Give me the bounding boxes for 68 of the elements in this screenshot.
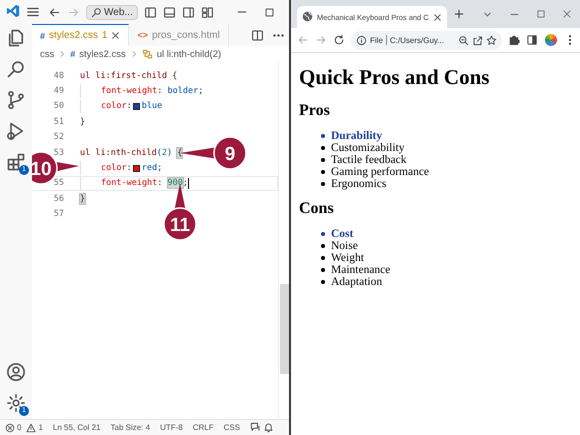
code-token: : (157, 178, 164, 188)
code-token: ul li:first-child (80, 70, 168, 81)
section-heading: Cons (299, 200, 335, 218)
code-token: ( (156, 148, 162, 158)
list-item: Maintenance (331, 264, 390, 276)
code-token: : (126, 163, 132, 174)
page-heading: Quick Pros and Cons (299, 65, 490, 90)
status-item[interactable]: Tab Size: 4 (110, 423, 150, 432)
code-token: ; (182, 178, 188, 188)
list-item: Weight (331, 252, 364, 264)
code-token: : (157, 86, 164, 96)
code-token: } (80, 194, 86, 204)
list-item: Gaming performance (331, 166, 430, 178)
code-token: font-weight (101, 86, 158, 96)
code-token: } (80, 116, 86, 127)
breadcrumb[interactable]: css (40, 48, 54, 60)
code-token: ul li:nth-child (80, 148, 157, 158)
line-number: 51 (52, 116, 65, 127)
breadcrumb[interactable]: ul li:nth-child(2) (156, 48, 222, 60)
list-item: Customizability (331, 142, 404, 154)
file-type-icon: <> (137, 30, 148, 40)
list-item: Adaptation (331, 276, 382, 288)
line-number: 56 (52, 194, 65, 204)
code-token: ; (157, 163, 162, 174)
line-number: 57 (52, 209, 65, 220)
code-token: ) (167, 148, 174, 158)
code-token: : (126, 101, 132, 112)
code-token: font-weight (101, 178, 158, 188)
breadcrumb[interactable]: styles2.css (79, 48, 126, 60)
address-text: C:/Users/Guy... (390, 36, 445, 44)
code-token: bolder (168, 86, 198, 96)
status-item[interactable]: UTF-8 (160, 423, 183, 432)
list-item: Cost (331, 228, 354, 240)
code-token: blue (142, 101, 162, 112)
list-item: Ergonomics (331, 178, 386, 190)
search-field[interactable]: Web... (86, 4, 138, 20)
line-number: 52 (52, 132, 65, 142)
code-token: color (101, 101, 127, 112)
line-number: 50 (52, 101, 65, 112)
code-token: red (142, 163, 158, 174)
line-number: 48 (52, 70, 65, 81)
list-item: Noise (331, 240, 358, 252)
search-text: Web... (104, 6, 133, 18)
file-type-icon: # (40, 30, 46, 40)
list-item: Durability (331, 130, 382, 142)
code-token: 2 (162, 148, 168, 158)
error-count[interactable]: 0 (17, 423, 22, 432)
status-item[interactable]: CRLF (192, 423, 214, 432)
status-item[interactable]: CSS (224, 423, 240, 432)
problem-count: 1 (102, 30, 108, 41)
list-item: Tactile feedback (331, 154, 406, 166)
editor-tab[interactable]: # styles2.css 1 (32, 24, 130, 46)
code-token: { (177, 148, 182, 158)
tab-label: styles2.css (49, 30, 98, 41)
code-token: 900 (168, 178, 183, 188)
address-bar[interactable]: File C:/Users/Guy... (351, 30, 502, 50)
status-item[interactable]: Ln 55, Col 21 (52, 423, 100, 432)
line-number: 53 (52, 148, 65, 158)
line-number: 55 (52, 178, 65, 188)
code-token: ; (198, 86, 204, 96)
address-scheme: File (370, 36, 383, 44)
code-token: { (172, 70, 178, 81)
section-heading: Pros (299, 102, 331, 120)
tab-label: pros_cons.html (152, 30, 220, 40)
code-token: color (101, 163, 127, 174)
warning-count[interactable]: 1 (38, 423, 43, 432)
line-number: 49 (52, 86, 65, 96)
file-type-icon: # (70, 49, 76, 59)
